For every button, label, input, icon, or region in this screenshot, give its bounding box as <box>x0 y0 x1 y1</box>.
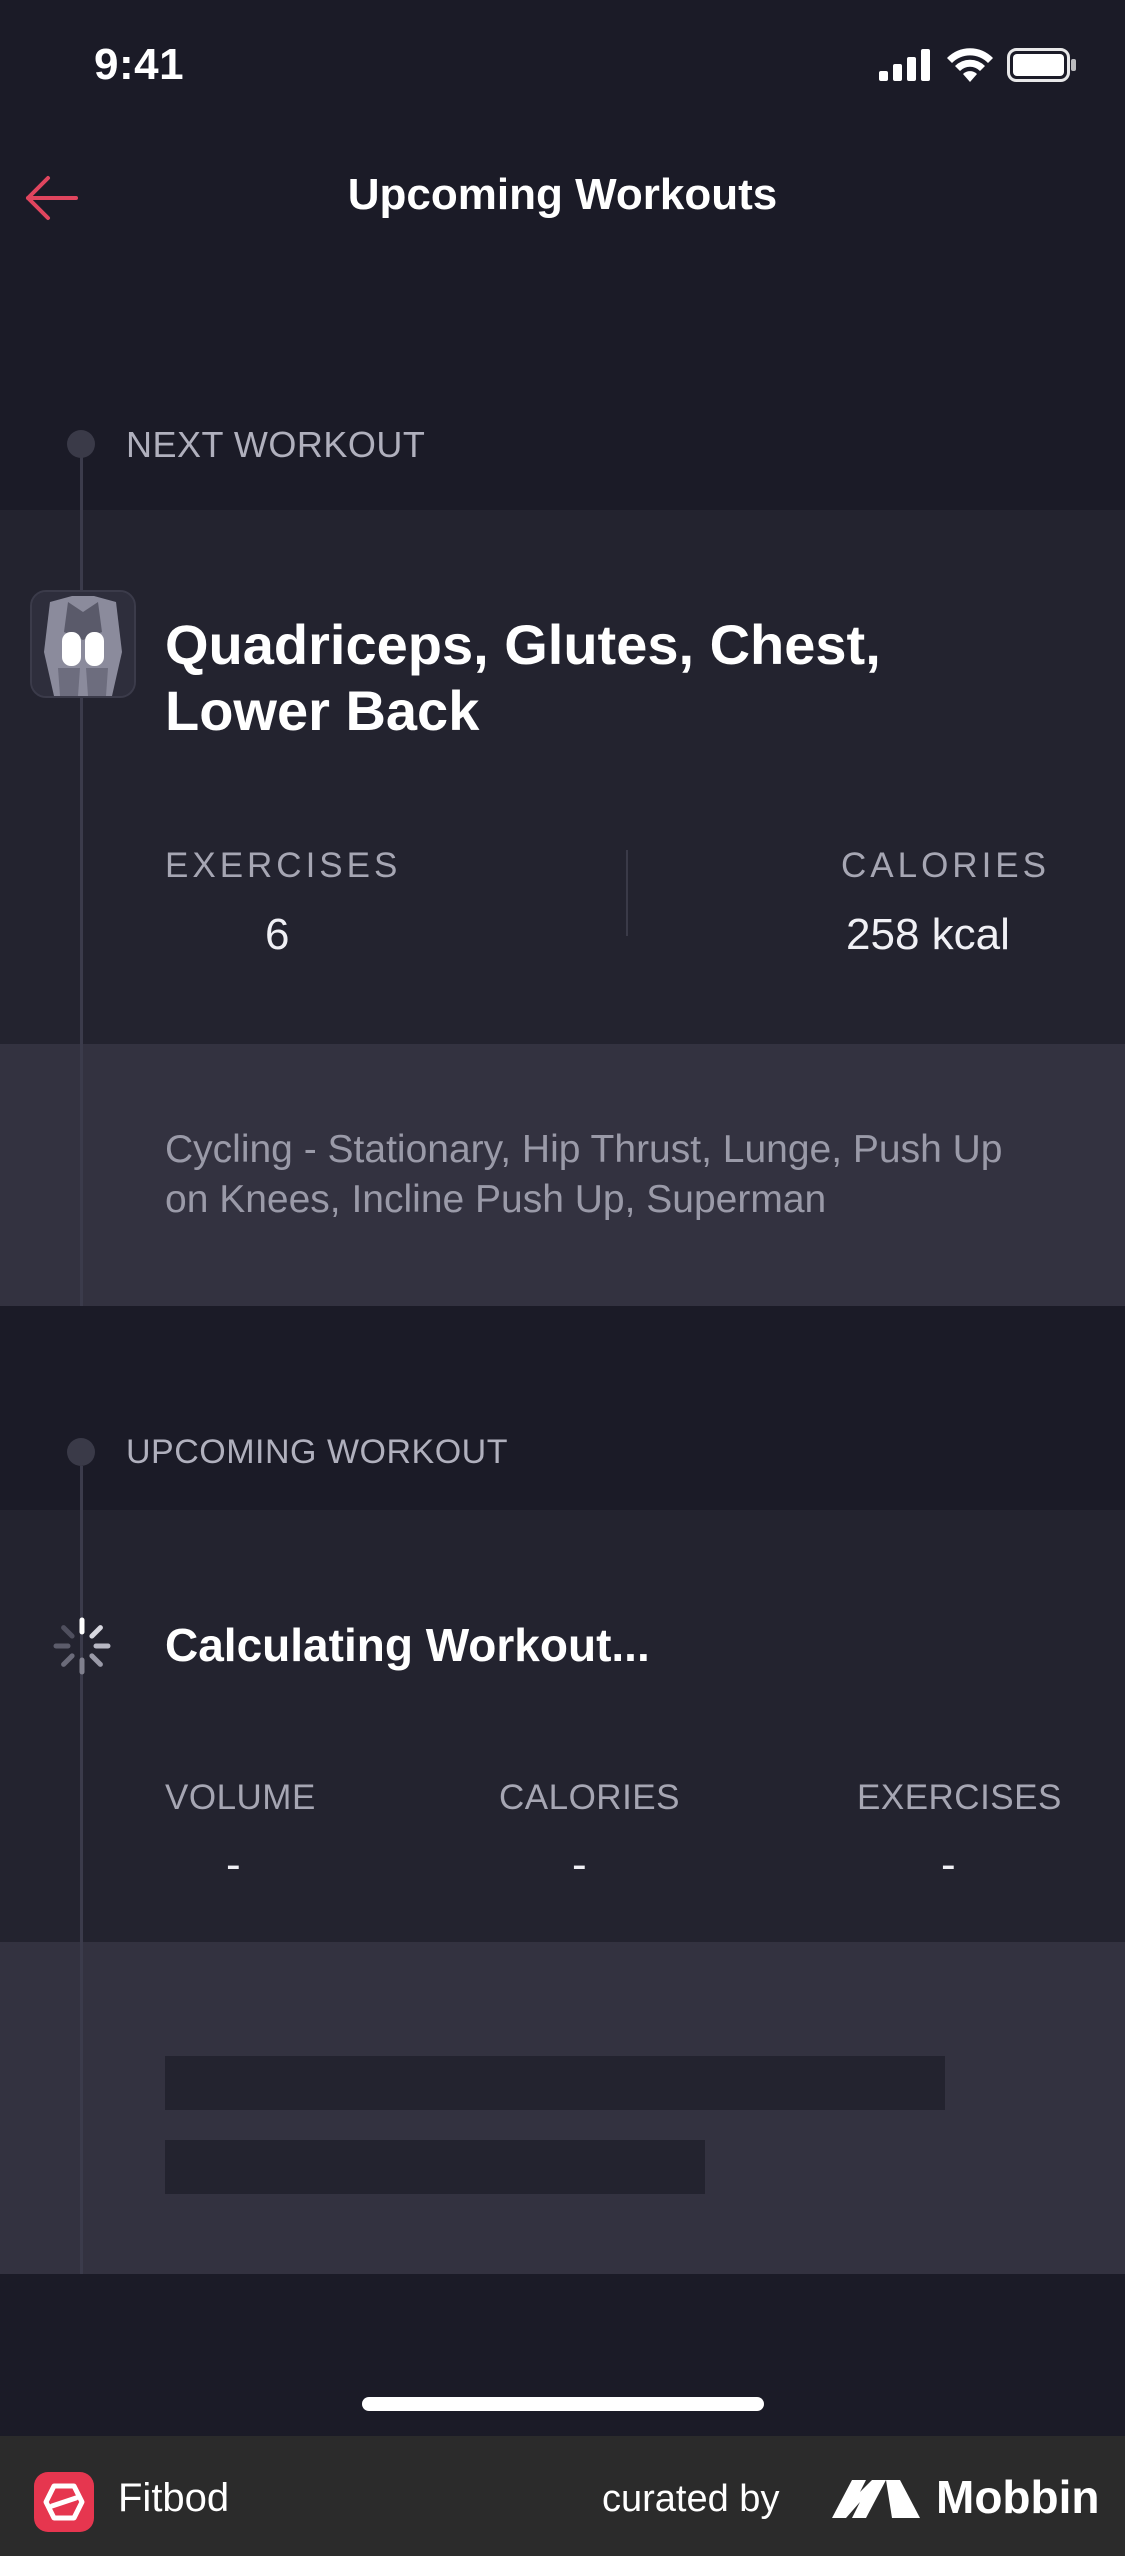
skeleton-line <box>165 2140 705 2194</box>
upcoming-workout-title: Calculating Workout... <box>165 1619 650 1671</box>
battery-icon <box>1007 48 1076 82</box>
wifi-icon <box>947 48 993 82</box>
volume-label: VOLUME <box>165 1778 316 1817</box>
status-time: 9:41 <box>94 40 185 89</box>
stats-divider <box>626 850 628 936</box>
status-icons <box>879 48 1077 82</box>
calories-label: CALORIES <box>841 846 1050 885</box>
mobbin-logo-icon <box>830 2476 922 2520</box>
muscle-map-thumbnail <box>30 590 136 698</box>
timeline-dot <box>67 1438 95 1466</box>
exercises-label: EXERCISES <box>165 846 402 885</box>
app-name: Fitbod <box>118 2476 230 2520</box>
exercise-list: Cycling - Stationary, Hip Thrust, Lunge,… <box>165 1128 1003 1221</box>
exercises-label: EXERCISES <box>857 1778 1062 1817</box>
body-muscle-icon <box>32 592 134 696</box>
exercises-value: 6 <box>265 910 290 959</box>
fitbod-logo-icon <box>34 2472 94 2532</box>
loading-spinner-icon <box>52 1616 112 1676</box>
volume-value: - <box>226 1840 241 1889</box>
next-workout-title: Quadriceps, Glutes, Chest, Lower Back <box>165 613 881 742</box>
calories-value: - <box>572 1840 587 1889</box>
calories-label: CALORIES <box>499 1778 680 1817</box>
signal-icon <box>879 49 930 81</box>
calories-value: 258 kcal <box>846 910 1010 959</box>
brand-name: Mobbin <box>936 2471 1100 2523</box>
section-label-next-workout: NEXT WORKOUT <box>126 424 426 465</box>
upcoming-workout-card[interactable] <box>0 1510 1125 1942</box>
exercises-value: - <box>941 1840 956 1889</box>
page-title: Upcoming Workouts <box>347 170 778 219</box>
curated-by-text: curated by <box>602 2478 780 2520</box>
timeline-line <box>80 444 83 1306</box>
timeline-line <box>80 1466 83 2274</box>
section-label-upcoming-workout: UPCOMING WORKOUT <box>126 1433 508 1471</box>
skeleton-line <box>165 2056 945 2110</box>
timeline-dot <box>67 430 95 458</box>
home-indicator <box>362 2397 764 2411</box>
next-workout-card[interactable] <box>0 510 1125 1044</box>
